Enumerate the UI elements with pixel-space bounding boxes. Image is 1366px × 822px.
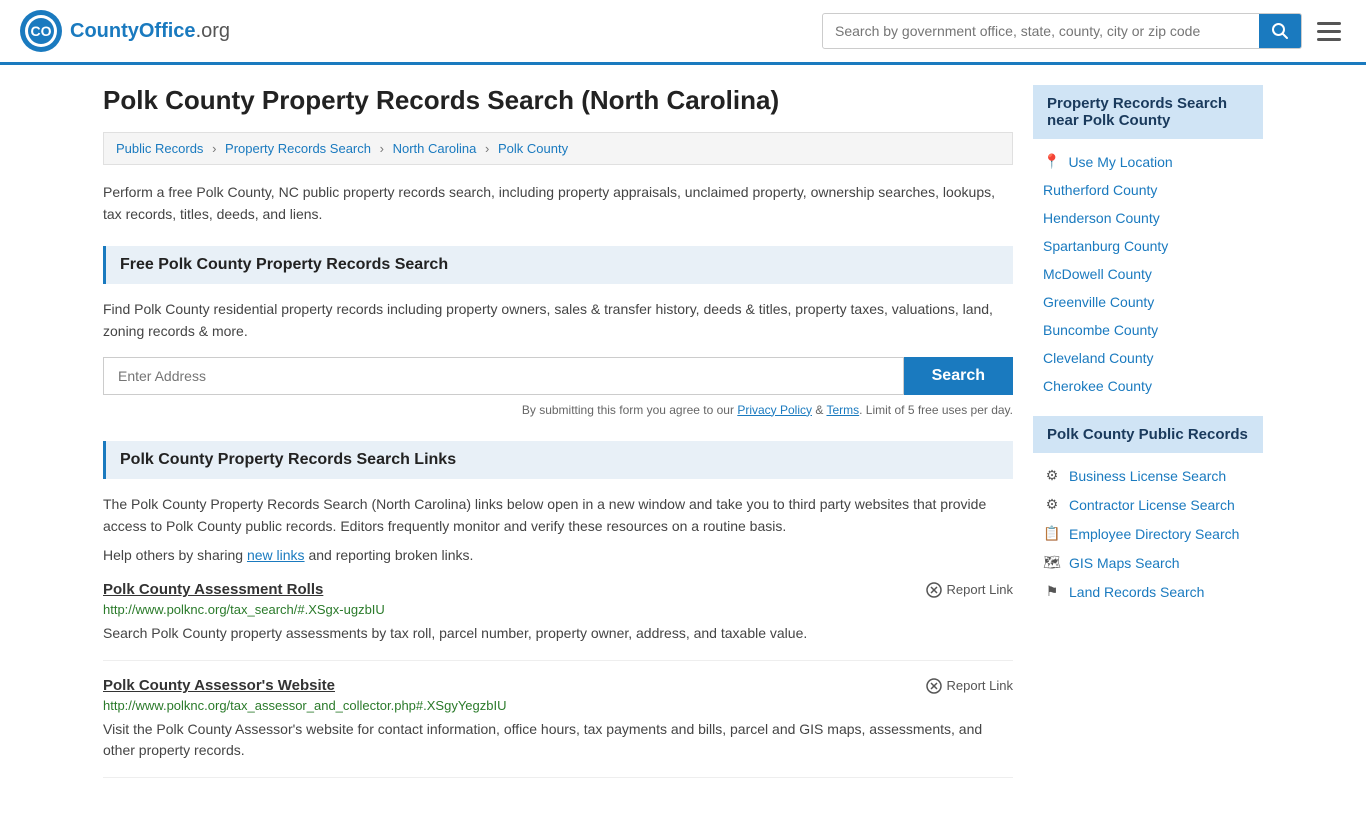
sidebar-use-my-location[interactable]: 📍 Use My Location: [1033, 147, 1263, 176]
sidebar-buncombe-county[interactable]: Buncombe County: [1033, 316, 1263, 344]
record-link-desc-2: Visit the Polk County Assessor's website…: [103, 719, 1013, 761]
breadcrumb-sep-2: ›: [380, 141, 384, 156]
logo-icon: CO: [20, 10, 62, 52]
gis-maps-link[interactable]: GIS Maps Search: [1069, 555, 1180, 571]
share-text-post: and reporting broken links.: [305, 547, 474, 563]
record-link-url-1: http://www.polknc.org/tax_search/#.XSgx-…: [103, 602, 1013, 617]
search-icon: [1271, 22, 1289, 40]
land-records-icon: ⚑: [1043, 583, 1061, 600]
location-icon: 📍: [1043, 153, 1060, 170]
header-search-bar: [822, 13, 1302, 49]
henderson-county-link[interactable]: Henderson County: [1043, 210, 1160, 226]
share-links: Help others by sharing new links and rep…: [103, 547, 1013, 563]
use-my-location-link[interactable]: Use My Location: [1068, 154, 1172, 170]
form-notice-amp: &: [812, 403, 826, 417]
page-title: Polk County Property Records Search (Nor…: [103, 85, 1013, 116]
privacy-policy-link[interactable]: Privacy Policy: [737, 403, 812, 417]
page-description: Perform a free Polk County, NC public pr…: [103, 181, 1013, 226]
main-container: Polk County Property Records Search (Nor…: [83, 65, 1283, 822]
form-notice: By submitting this form you agree to our…: [103, 403, 1013, 417]
gis-maps-icon: 🗺: [1043, 554, 1061, 571]
hamburger-menu-button[interactable]: [1312, 17, 1346, 46]
links-description: The Polk County Property Records Search …: [103, 493, 1013, 538]
sidebar-nearby-heading: Property Records Search near Polk County: [1033, 85, 1263, 139]
record-link-url-2: http://www.polknc.org/tax_assessor_and_c…: [103, 698, 1013, 713]
record-link-title-2[interactable]: Polk County Assessor's Website: [103, 677, 335, 694]
contractor-license-link[interactable]: Contractor License Search: [1069, 497, 1235, 513]
greenville-county-link[interactable]: Greenville County: [1043, 294, 1154, 310]
mcdowell-county-link[interactable]: McDowell County: [1043, 266, 1152, 282]
contractor-license-icon: ⚙: [1043, 496, 1061, 513]
links-heading: Polk County Property Records Search Link…: [103, 441, 1013, 479]
employee-directory-link[interactable]: Employee Directory Search: [1069, 526, 1239, 542]
report-link-button-2[interactable]: Report Link: [926, 678, 1013, 694]
sidebar-employee-directory[interactable]: 📋 Employee Directory Search: [1033, 519, 1263, 548]
sidebar-gis-maps[interactable]: 🗺 GIS Maps Search: [1033, 548, 1263, 577]
breadcrumb-sep-1: ›: [212, 141, 216, 156]
record-link-header-1: Polk County Assessment Rolls Report Link: [103, 581, 1013, 598]
buncombe-county-link[interactable]: Buncombe County: [1043, 322, 1158, 338]
address-form: Search: [103, 357, 1013, 395]
breadcrumb-public-records[interactable]: Public Records: [116, 141, 203, 156]
logo-area: CO CountyOffice.org: [20, 10, 230, 52]
cleveland-county-link[interactable]: Cleveland County: [1043, 350, 1154, 366]
breadcrumb: Public Records › Property Records Search…: [103, 132, 1013, 165]
links-section: Polk County Property Records Search Link…: [103, 441, 1013, 779]
record-link-desc-1: Search Polk County property assessments …: [103, 623, 1013, 644]
sidebar-business-license[interactable]: ⚙ Business License Search: [1033, 461, 1263, 490]
sidebar: Property Records Search near Polk County…: [1033, 85, 1263, 802]
free-search-section: Free Polk County Property Records Search…: [103, 246, 1013, 417]
sidebar-mcdowell-county[interactable]: McDowell County: [1033, 260, 1263, 288]
record-link-item-2: Polk County Assessor's Website Report Li…: [103, 677, 1013, 778]
header: CO CountyOffice.org: [0, 0, 1366, 65]
business-license-link[interactable]: Business License Search: [1069, 468, 1226, 484]
hamburger-line-2: [1317, 30, 1341, 33]
sidebar-rutherford-county[interactable]: Rutherford County: [1033, 176, 1263, 204]
report-link-button-1[interactable]: Report Link: [926, 582, 1013, 598]
breadcrumb-north-carolina[interactable]: North Carolina: [393, 141, 477, 156]
breadcrumb-property-records-search[interactable]: Property Records Search: [225, 141, 371, 156]
report-icon-2: [926, 678, 942, 694]
form-notice-pre: By submitting this form you agree to our: [522, 403, 737, 417]
breadcrumb-polk-county[interactable]: Polk County: [498, 141, 568, 156]
header-right: [822, 13, 1346, 49]
form-notice-post: . Limit of 5 free uses per day.: [859, 403, 1013, 417]
sidebar-greenville-county[interactable]: Greenville County: [1033, 288, 1263, 316]
sidebar-contractor-license[interactable]: ⚙ Contractor License Search: [1033, 490, 1263, 519]
content-area: Polk County Property Records Search (Nor…: [103, 85, 1013, 802]
report-link-label-1: Report Link: [947, 582, 1013, 597]
header-search-input[interactable]: [823, 15, 1259, 47]
land-records-link[interactable]: Land Records Search: [1069, 584, 1204, 600]
breadcrumb-sep-3: ›: [485, 141, 489, 156]
report-link-label-2: Report Link: [947, 678, 1013, 693]
sidebar-henderson-county[interactable]: Henderson County: [1033, 204, 1263, 232]
svg-text:CO: CO: [31, 23, 52, 39]
new-links-link[interactable]: new links: [247, 547, 305, 563]
address-input[interactable]: [103, 357, 904, 395]
terms-link[interactable]: Terms: [826, 403, 859, 417]
report-icon-1: [926, 582, 942, 598]
free-search-description: Find Polk County residential property re…: [103, 298, 1013, 343]
sidebar-spartanburg-county[interactable]: Spartanburg County: [1033, 232, 1263, 260]
record-link-title-1[interactable]: Polk County Assessment Rolls: [103, 581, 323, 598]
search-button[interactable]: Search: [904, 357, 1013, 395]
record-link-header-2: Polk County Assessor's Website Report Li…: [103, 677, 1013, 694]
sidebar-cherokee-county[interactable]: Cherokee County: [1033, 372, 1263, 400]
logo-text: CountyOffice.org: [70, 20, 230, 43]
spartanburg-county-link[interactable]: Spartanburg County: [1043, 238, 1168, 254]
record-link-item-1: Polk County Assessment Rolls Report Link…: [103, 581, 1013, 661]
employee-directory-icon: 📋: [1043, 525, 1061, 542]
sidebar-land-records[interactable]: ⚑ Land Records Search: [1033, 577, 1263, 606]
sidebar-cleveland-county[interactable]: Cleveland County: [1033, 344, 1263, 372]
free-search-heading: Free Polk County Property Records Search: [103, 246, 1013, 284]
hamburger-line-1: [1317, 22, 1341, 25]
hamburger-line-3: [1317, 38, 1341, 41]
cherokee-county-link[interactable]: Cherokee County: [1043, 378, 1152, 394]
business-license-icon: ⚙: [1043, 467, 1061, 484]
sidebar-public-records-section: Polk County Public Records ⚙ Business Li…: [1033, 416, 1263, 606]
rutherford-county-link[interactable]: Rutherford County: [1043, 182, 1157, 198]
sidebar-public-records-heading: Polk County Public Records: [1033, 416, 1263, 453]
header-search-button[interactable]: [1259, 14, 1301, 48]
share-text-pre: Help others by sharing: [103, 547, 247, 563]
